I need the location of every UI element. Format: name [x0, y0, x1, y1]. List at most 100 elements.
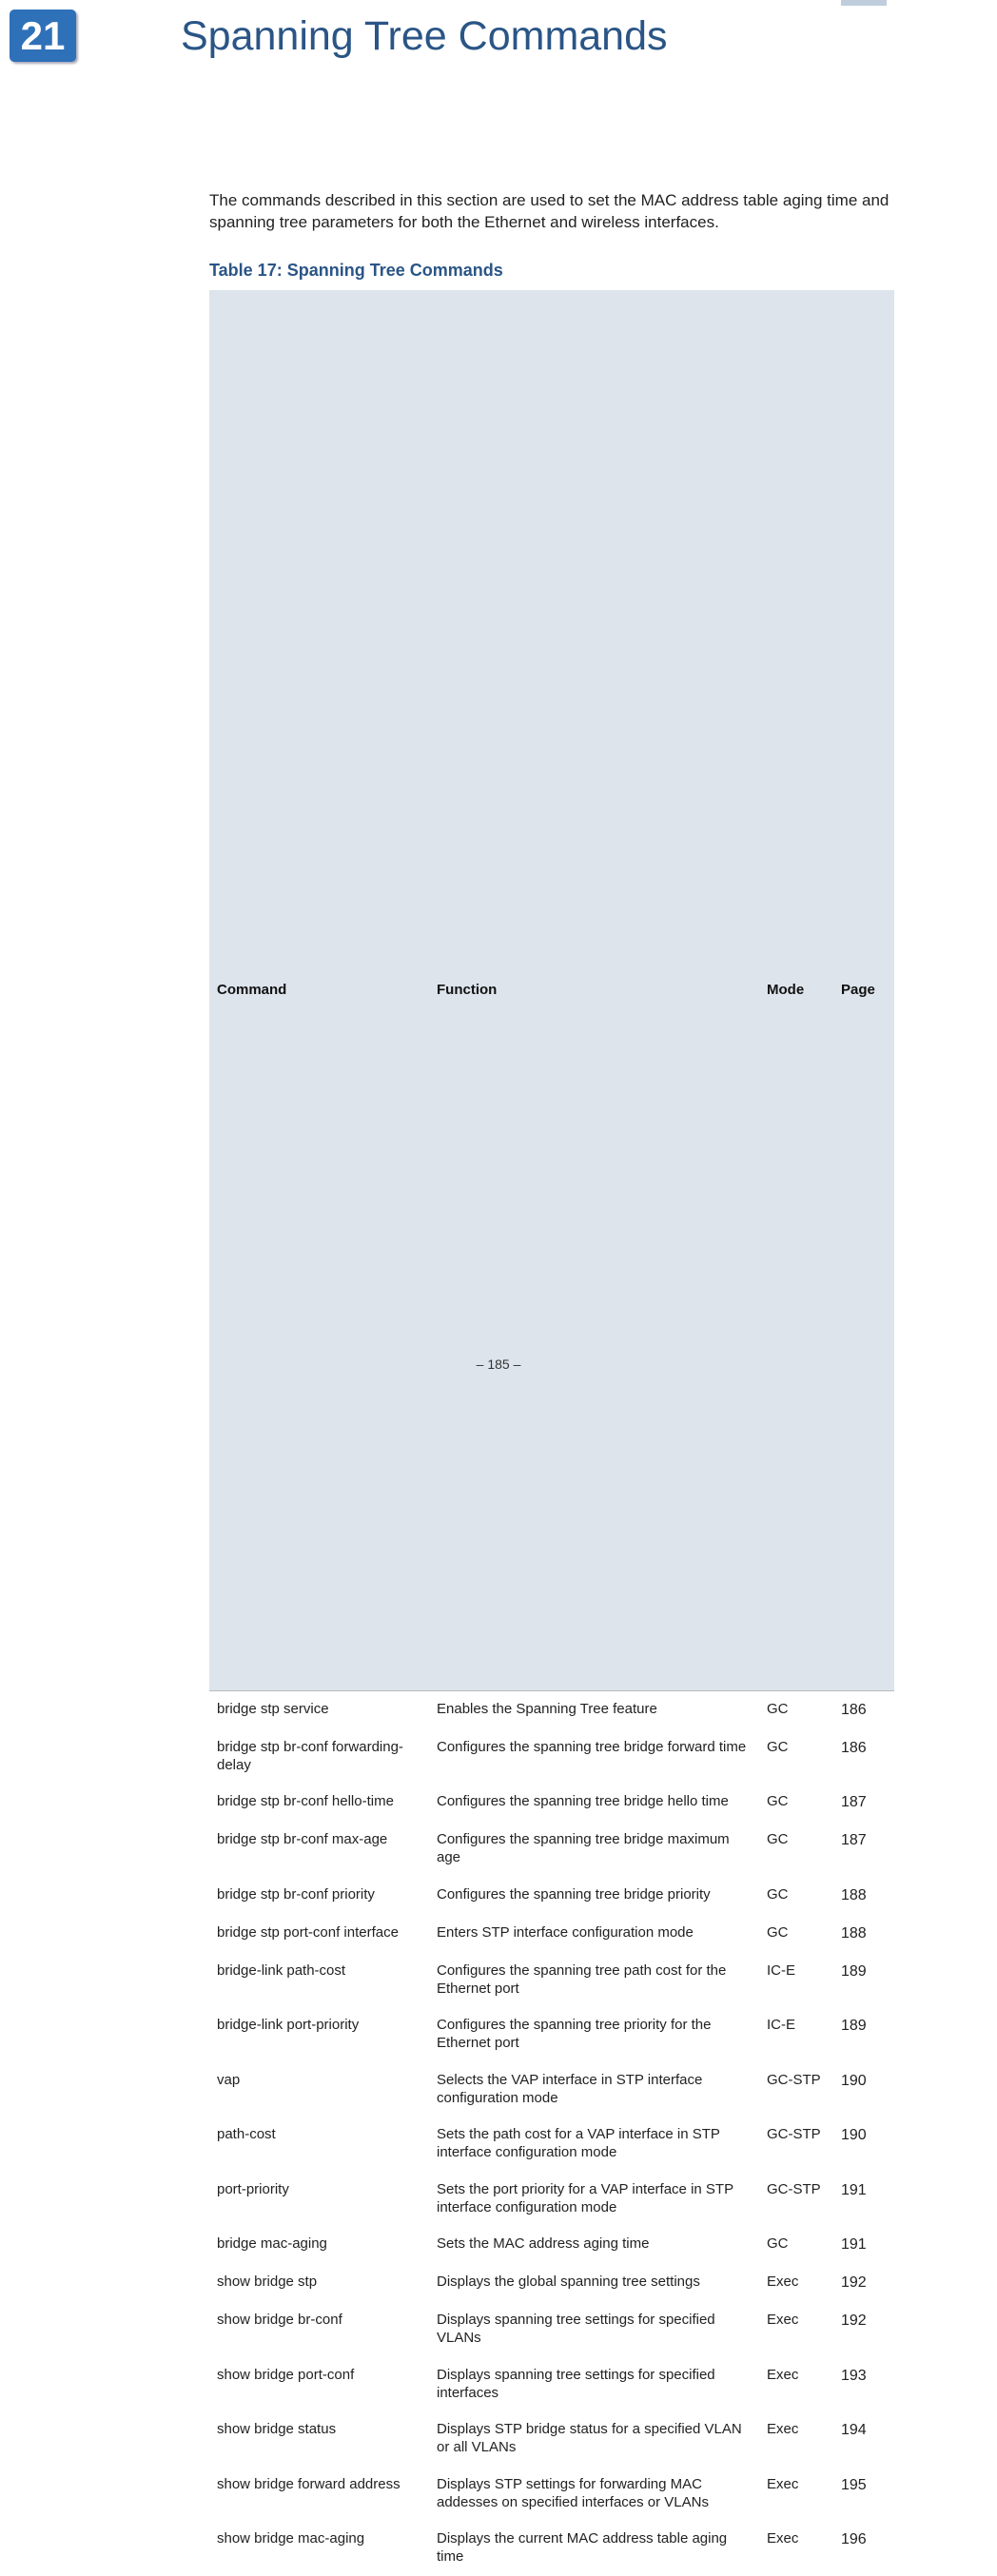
- cell-command: bridge stp br-conf max-age: [209, 1822, 429, 1877]
- cell-page-link[interactable]: 193: [833, 2357, 894, 2412]
- cell-function: Displays the global spanning tree settin…: [429, 2264, 759, 2302]
- cell-function: Sets the path cost for a VAP interface i…: [429, 2117, 759, 2172]
- cell-page-link[interactable]: 189: [833, 1953, 894, 2008]
- cell-mode: Exec: [759, 2467, 833, 2522]
- table-row: path-costSets the path cost for a VAP in…: [209, 2117, 894, 2172]
- cell-function: Displays spanning tree settings for spec…: [429, 2302, 759, 2357]
- cell-function: Displays the current MAC address table a…: [429, 2521, 759, 2576]
- cell-page-link[interactable]: 189: [833, 2007, 894, 2062]
- cell-mode: IC-E: [759, 1953, 833, 2008]
- cell-mode: GC: [759, 1877, 833, 1915]
- cell-function: Displays STP settings for forwarding MAC…: [429, 2467, 759, 2522]
- cell-mode: GC-STP: [759, 2172, 833, 2227]
- col-header-function: Function: [429, 290, 759, 1691]
- table-row: show bridge br-confDisplays spanning tre…: [209, 2302, 894, 2357]
- cell-page-link[interactable]: 186: [833, 1690, 894, 1729]
- cell-command: bridge-link port-priority: [209, 2007, 429, 2062]
- table-row: vapSelects the VAP interface in STP inte…: [209, 2062, 894, 2117]
- table-row: show bridge port-confDisplays spanning t…: [209, 2357, 894, 2412]
- table-row: show bridge mac-agingDisplays the curren…: [209, 2521, 894, 2576]
- cell-mode: GC-STP: [759, 2117, 833, 2172]
- cell-mode: Exec: [759, 2302, 833, 2357]
- cell-command: bridge-link path-cost: [209, 1953, 429, 2008]
- cell-function: Configures the spanning tree bridge forw…: [429, 1729, 759, 1785]
- cell-command: show bridge port-conf: [209, 2357, 429, 2412]
- content-body: The commands described in this section a…: [209, 190, 894, 2576]
- table-header-row: Command Function Mode Page: [209, 290, 894, 1691]
- cell-function: Configures the spanning tree bridge prio…: [429, 1877, 759, 1915]
- cell-mode: GC: [759, 1915, 833, 1953]
- cell-function: Enters STP interface configuration mode: [429, 1915, 759, 1953]
- cell-function: Displays spanning tree settings for spec…: [429, 2357, 759, 2412]
- cell-page-link[interactable]: 190: [833, 2117, 894, 2172]
- cell-mode: Exec: [759, 2357, 833, 2412]
- commands-table: Command Function Mode Page bridge stp se…: [209, 290, 894, 2576]
- cell-page-link[interactable]: 196: [833, 2521, 894, 2576]
- cell-function: Configures the spanning tree bridge hell…: [429, 1784, 759, 1822]
- cell-page-link[interactable]: 187: [833, 1784, 894, 1822]
- table-row: bridge stp serviceEnables the Spanning T…: [209, 1690, 894, 1729]
- cell-function: Sets the MAC address aging time: [429, 2226, 759, 2264]
- table-row: show bridge statusDisplays STP bridge st…: [209, 2411, 894, 2467]
- table-row: bridge-link path-costConfigures the span…: [209, 1953, 894, 2008]
- cell-function: Configures the spanning tree bridge maxi…: [429, 1822, 759, 1877]
- cell-command: bridge mac-aging: [209, 2226, 429, 2264]
- cell-command: bridge stp br-conf forwarding-delay: [209, 1729, 429, 1785]
- cell-command: vap: [209, 2062, 429, 2117]
- cell-mode: Exec: [759, 2521, 833, 2576]
- cell-page-link[interactable]: 195: [833, 2467, 894, 2522]
- cell-page-link[interactable]: 192: [833, 2264, 894, 2302]
- intro-paragraph: The commands described in this section a…: [209, 190, 894, 234]
- table-title: Table 17: Spanning Tree Commands: [209, 261, 894, 281]
- cell-command: show bridge stp: [209, 2264, 429, 2302]
- cell-command: show bridge br-conf: [209, 2302, 429, 2357]
- chapter-number: 21: [21, 13, 66, 59]
- cell-mode: IC-E: [759, 2007, 833, 2062]
- header-accent-bar: [841, 0, 887, 6]
- cell-page-link[interactable]: 191: [833, 2172, 894, 2227]
- cell-page-link[interactable]: 191: [833, 2226, 894, 2264]
- table-row: show bridge forward addressDisplays STP …: [209, 2467, 894, 2522]
- col-header-command: Command: [209, 290, 429, 1691]
- cell-command: bridge stp br-conf priority: [209, 1877, 429, 1915]
- cell-page-link[interactable]: 187: [833, 1822, 894, 1877]
- table-row: bridge stp br-conf priorityConfigures th…: [209, 1877, 894, 1915]
- cell-mode: Exec: [759, 2264, 833, 2302]
- cell-function: Displays STP bridge status for a specifi…: [429, 2411, 759, 2467]
- cell-command: bridge stp port-conf interface: [209, 1915, 429, 1953]
- table-row: port-prioritySets the port priority for …: [209, 2172, 894, 2227]
- cell-command: show bridge forward address: [209, 2467, 429, 2522]
- cell-page-link[interactable]: 186: [833, 1729, 894, 1785]
- cell-command: port-priority: [209, 2172, 429, 2227]
- cell-function: Configures the spanning tree path cost f…: [429, 1953, 759, 2008]
- table-row: bridge mac-agingSets the MAC address agi…: [209, 2226, 894, 2264]
- col-header-mode: Mode: [759, 290, 833, 1691]
- table-row: bridge stp br-conf forwarding-delayConfi…: [209, 1729, 894, 1785]
- cell-command: show bridge mac-aging: [209, 2521, 429, 2576]
- cell-mode: GC: [759, 1822, 833, 1877]
- cell-page-link[interactable]: 194: [833, 2411, 894, 2467]
- cell-command: path-cost: [209, 2117, 429, 2172]
- table-row: bridge stp br-conf max-ageConfigures the…: [209, 1822, 894, 1877]
- cell-function: Sets the port priority for a VAP interfa…: [429, 2172, 759, 2227]
- table-row: bridge stp port-conf interfaceEnters STP…: [209, 1915, 894, 1953]
- cell-command: bridge stp service: [209, 1690, 429, 1729]
- table-row: bridge stp br-conf hello-timeConfigures …: [209, 1784, 894, 1822]
- page-footer: – 185 –: [0, 1356, 997, 1372]
- cell-mode: GC: [759, 1784, 833, 1822]
- table-row: bridge-link port-priorityConfigures the …: [209, 2007, 894, 2062]
- cell-page-link[interactable]: 188: [833, 1877, 894, 1915]
- cell-page-link[interactable]: 190: [833, 2062, 894, 2117]
- cell-mode: Exec: [759, 2411, 833, 2467]
- cell-function: Selects the VAP interface in STP interfa…: [429, 2062, 759, 2117]
- cell-command: bridge stp br-conf hello-time: [209, 1784, 429, 1822]
- cell-page-link[interactable]: 192: [833, 2302, 894, 2357]
- chapter-title: Spanning Tree Commands: [181, 13, 668, 60]
- cell-mode: GC-STP: [759, 2062, 833, 2117]
- cell-page-link[interactable]: 188: [833, 1915, 894, 1953]
- cell-function: Enables the Spanning Tree feature: [429, 1690, 759, 1729]
- cell-command: show bridge status: [209, 2411, 429, 2467]
- cell-mode: GC: [759, 1690, 833, 1729]
- cell-function: Configures the spanning tree priority fo…: [429, 2007, 759, 2062]
- col-header-page: Page: [833, 290, 894, 1691]
